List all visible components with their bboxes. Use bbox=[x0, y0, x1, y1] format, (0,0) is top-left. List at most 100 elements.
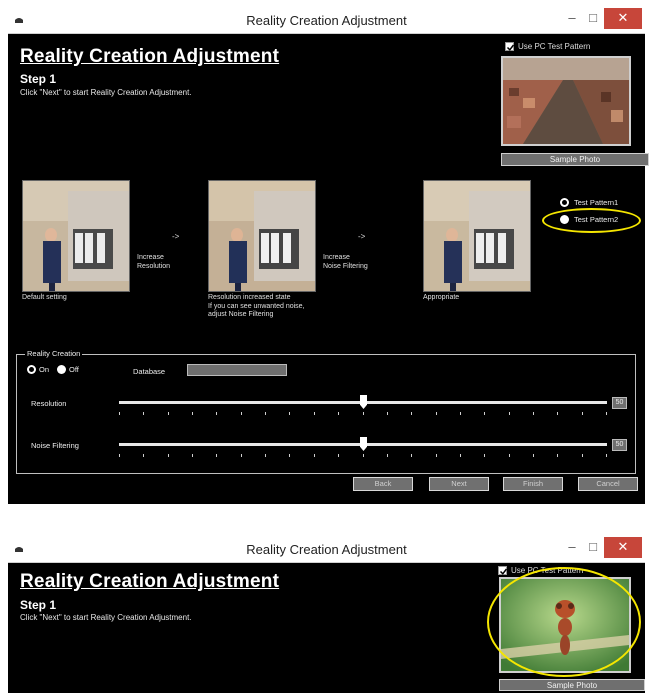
sample-photo-button[interactable]: Sample Photo bbox=[499, 679, 645, 691]
dragonfly-image bbox=[501, 579, 629, 671]
slider-ticks bbox=[119, 454, 607, 457]
noise-filtering-value[interactable]: 50 bbox=[612, 439, 627, 451]
step-instruction: Click "Next" to start Reality Creation A… bbox=[20, 88, 192, 97]
close-button[interactable]: ✕ bbox=[604, 8, 642, 29]
slider-tick bbox=[167, 454, 169, 457]
slider-tick bbox=[435, 412, 437, 415]
slider-tick bbox=[192, 454, 194, 457]
slider-tick bbox=[508, 454, 510, 457]
slider-tick bbox=[119, 454, 120, 457]
slider-tick bbox=[192, 412, 194, 415]
noise-filtering-label: Noise Filtering bbox=[31, 441, 79, 450]
pc-test-pattern-label: Use PC Test Pattern bbox=[511, 566, 584, 575]
slider-tick bbox=[167, 412, 169, 415]
slider-tick bbox=[362, 412, 364, 415]
reality-creation-window: Reality Creation Adjustment – □ ✕ Realit… bbox=[8, 8, 649, 504]
database-dropdown[interactable] bbox=[187, 364, 287, 376]
title-bar: Reality Creation Adjustment – □ ✕ bbox=[8, 537, 645, 563]
test-pattern-2-radio[interactable]: Test Pattern2 bbox=[560, 215, 618, 224]
slider-tick bbox=[459, 454, 461, 457]
slider-tick bbox=[313, 454, 315, 457]
test-pattern-1-radio[interactable]: Test Pattern1 bbox=[560, 198, 618, 207]
minimize-button[interactable]: – bbox=[562, 537, 582, 558]
pc-test-pattern-checkbox[interactable]: Use PC Test Pattern bbox=[498, 566, 583, 575]
slider-tick bbox=[338, 412, 340, 415]
test-pattern-preview bbox=[501, 56, 631, 146]
on-label: On bbox=[39, 365, 50, 374]
arrow-1: -> bbox=[172, 232, 180, 241]
radio-unselected-icon bbox=[57, 365, 67, 374]
noise-filtering-slider[interactable] bbox=[119, 437, 607, 457]
page-heading: Reality Creation Adjustment bbox=[20, 571, 280, 592]
slider-tick bbox=[216, 454, 218, 457]
slider-tick bbox=[119, 412, 120, 415]
arrow-2: -> bbox=[358, 232, 366, 241]
slider-tick bbox=[581, 454, 583, 457]
minimize-button[interactable]: – bbox=[562, 8, 582, 29]
page-heading: Reality Creation Adjustment bbox=[20, 46, 280, 67]
pc-test-pattern-label: Use PC Test Pattern bbox=[518, 42, 591, 51]
slider-tick bbox=[411, 454, 413, 457]
city-street-image bbox=[503, 58, 629, 144]
resolution-value[interactable]: 50 bbox=[612, 397, 627, 409]
slider-tick bbox=[435, 454, 437, 457]
slider-tick bbox=[606, 454, 607, 457]
window-title: Reality Creation Adjustment bbox=[246, 13, 407, 28]
slider-tick bbox=[143, 412, 145, 415]
maximize-button[interactable]: □ bbox=[583, 537, 603, 558]
resolution-label: Resolution bbox=[31, 399, 67, 408]
reality-creation-window-2: Reality Creation Adjustment – □ ✕ Realit… bbox=[8, 537, 645, 693]
slider-tick bbox=[265, 412, 267, 415]
slider-tick bbox=[459, 412, 461, 415]
off-radio[interactable]: Off bbox=[57, 365, 79, 374]
slider-tick bbox=[484, 454, 486, 457]
slider-handle[interactable] bbox=[360, 437, 367, 451]
slider-tick bbox=[484, 412, 486, 415]
slider-tick bbox=[532, 454, 534, 457]
next-button[interactable]: Next bbox=[429, 477, 489, 491]
pc-test-pattern-checkbox[interactable]: Use PC Test Pattern bbox=[505, 42, 590, 51]
finish-button[interactable]: Finish bbox=[503, 477, 563, 491]
default-setting-caption: Default setting bbox=[22, 294, 67, 301]
slider-tick bbox=[557, 454, 559, 457]
reality-creation-group: Reality Creation On Off Database Resolut… bbox=[16, 349, 636, 474]
slider-tick bbox=[508, 412, 510, 415]
slider-tick bbox=[532, 412, 534, 415]
radio-selected-icon bbox=[560, 198, 569, 207]
on-off-radios: On Off bbox=[27, 365, 79, 374]
radio-selected-icon bbox=[27, 365, 36, 374]
off-label: Off bbox=[69, 365, 79, 374]
slider-tick bbox=[313, 412, 315, 415]
step-instruction: Click "Next" to start Reality Creation A… bbox=[20, 613, 192, 622]
cancel-button[interactable]: Cancel bbox=[578, 477, 638, 491]
slider-tick bbox=[362, 454, 364, 457]
slider-ticks bbox=[119, 412, 607, 415]
radio-unselected-icon bbox=[560, 215, 569, 224]
close-button[interactable]: ✕ bbox=[604, 537, 642, 558]
default-setting-image bbox=[22, 180, 130, 292]
test-pattern-preview bbox=[499, 577, 631, 673]
database-label: Database bbox=[133, 367, 166, 376]
slider-tick bbox=[386, 454, 388, 457]
slider-tick bbox=[216, 412, 218, 415]
sample-photo-button[interactable]: Sample Photo bbox=[501, 153, 649, 166]
increase-noise-filtering-label: Increase Noise Filtering bbox=[323, 254, 368, 270]
slider-tick bbox=[289, 454, 291, 457]
slider-handle[interactable] bbox=[360, 395, 367, 409]
group-title: Reality Creation bbox=[25, 349, 83, 358]
title-bar: Reality Creation Adjustment – □ ✕ bbox=[8, 8, 645, 34]
resolution-increased-image bbox=[208, 180, 316, 292]
test-pattern-1-label: Test Pattern1 bbox=[574, 198, 619, 207]
slider-tick bbox=[240, 412, 242, 415]
back-button[interactable]: Back bbox=[353, 477, 413, 491]
slider-tick bbox=[338, 454, 340, 457]
slider-tick bbox=[240, 454, 242, 457]
test-pattern-2-label: Test Pattern2 bbox=[574, 215, 619, 224]
slider-tick bbox=[557, 412, 559, 415]
resolution-slider[interactable] bbox=[119, 395, 607, 415]
window-title: Reality Creation Adjustment bbox=[246, 542, 407, 557]
slider-tick bbox=[143, 454, 145, 457]
checkbox-icon bbox=[498, 566, 508, 575]
on-radio[interactable]: On bbox=[27, 365, 49, 374]
maximize-button[interactable]: □ bbox=[583, 8, 603, 29]
